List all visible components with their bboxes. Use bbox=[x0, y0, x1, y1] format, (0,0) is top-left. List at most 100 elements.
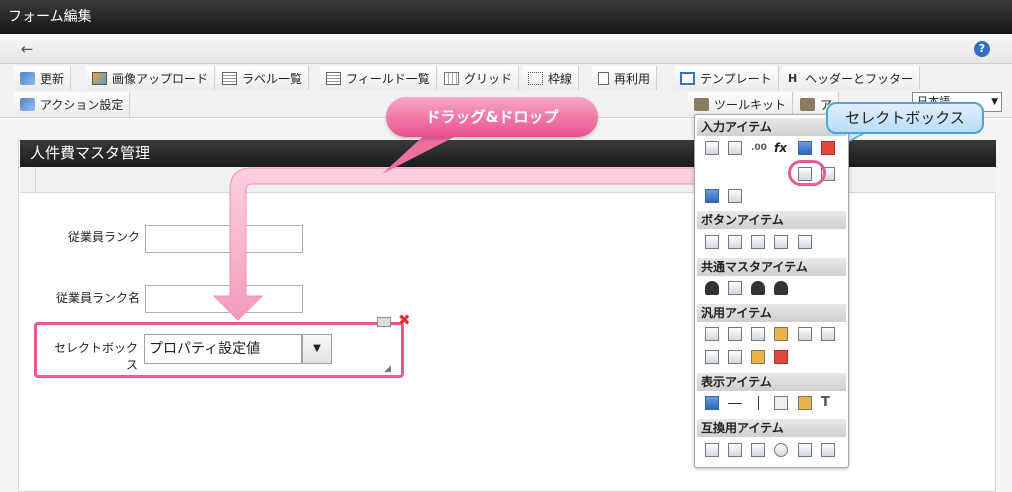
horizontal-line-icon[interactable] bbox=[728, 396, 742, 410]
radio-icon[interactable] bbox=[774, 443, 788, 457]
group-input-items: 入力アイテム bbox=[697, 118, 846, 136]
employee-rank-name-input[interactable] bbox=[145, 285, 303, 313]
window-title: フォーム編集 bbox=[0, 0, 1012, 34]
toolkit-label: ツールキット bbox=[714, 97, 787, 112]
field-list-button[interactable]: フィールド一覧 bbox=[320, 66, 437, 90]
action-settings-label: アクション設定 bbox=[40, 97, 124, 112]
number-icon[interactable]: .00 bbox=[751, 141, 767, 155]
reuse-label: 再利用 bbox=[614, 71, 651, 86]
nav-bar: ← ? bbox=[0, 34, 1012, 64]
user-icon[interactable] bbox=[705, 281, 719, 295]
vertical-line-icon[interactable] bbox=[751, 396, 765, 410]
formula-icon[interactable]: fx bbox=[774, 141, 788, 155]
document-icon[interactable] bbox=[728, 327, 742, 341]
arrow-left-icon[interactable]: ← bbox=[18, 40, 36, 58]
schedule-icon[interactable] bbox=[774, 350, 788, 364]
tree-icon[interactable] bbox=[751, 350, 765, 364]
toolkit-panel: 入力アイテム .00 fx ボタンアイテム 共通マスタアイテム 汎用アイテム 表… bbox=[694, 114, 849, 468]
select-box-tooltip: セレクトボックス bbox=[826, 102, 984, 134]
select-box-icon-highlight bbox=[788, 160, 826, 186]
button-next-icon[interactable] bbox=[728, 235, 742, 249]
button-submit-icon[interactable] bbox=[705, 235, 719, 249]
frame-icon bbox=[528, 71, 543, 85]
toolbox-icon bbox=[800, 97, 815, 111]
calendar-icon[interactable] bbox=[798, 141, 812, 155]
list-icon bbox=[326, 71, 341, 85]
select-box[interactable]: プロパティ設定値 ▼ bbox=[144, 334, 332, 364]
camera-icon[interactable] bbox=[751, 327, 765, 341]
key-icon[interactable] bbox=[774, 327, 788, 341]
template-button[interactable]: テンプレート bbox=[674, 66, 779, 90]
template-icon bbox=[680, 71, 695, 85]
group-general-items: 汎用アイテム bbox=[697, 304, 846, 322]
select-box-value: プロパティ設定値 bbox=[144, 334, 302, 364]
card-icon[interactable] bbox=[728, 350, 742, 364]
upload-icon[interactable] bbox=[705, 189, 719, 203]
image-upload-button[interactable]: 画像アップロード bbox=[86, 66, 216, 90]
button-back-icon[interactable] bbox=[751, 235, 765, 249]
form-title: 人件費マスタ管理 bbox=[20, 140, 996, 167]
grid-icon bbox=[444, 71, 459, 85]
frame-label: 枠線 bbox=[548, 71, 573, 86]
header-bar-icon[interactable] bbox=[705, 396, 719, 410]
list-icon bbox=[222, 71, 237, 85]
refresh-icon bbox=[20, 71, 35, 85]
field-list-label: フィールド一覧 bbox=[346, 71, 430, 86]
field-label-select-box: セレクトボックス bbox=[53, 341, 138, 372]
label-list-button[interactable]: ラベル一覧 bbox=[216, 66, 310, 90]
text-icon[interactable]: T bbox=[821, 396, 835, 410]
reuse-button[interactable]: 再利用 bbox=[592, 66, 658, 90]
field-label-employee-rank-name: 従業員ランク名 bbox=[55, 291, 140, 305]
label-list-label: ラベル一覧 bbox=[242, 71, 303, 86]
help-icon[interactable]: ? bbox=[974, 41, 990, 57]
resize-handle-icon[interactable]: ◢ bbox=[384, 364, 391, 374]
table-icon[interactable] bbox=[728, 443, 742, 457]
item-settings-icon[interactable] bbox=[377, 317, 391, 327]
action-settings-button[interactable]: アクション設定 bbox=[14, 92, 131, 116]
button-link-icon[interactable] bbox=[798, 235, 812, 249]
textbox-icon[interactable] bbox=[705, 141, 719, 155]
box-icon[interactable] bbox=[774, 396, 788, 410]
user-search-icon[interactable] bbox=[751, 281, 765, 295]
refresh-label: 更新 bbox=[40, 71, 65, 86]
button-return-icon[interactable] bbox=[774, 235, 788, 249]
group-display-items: 表示アイテム bbox=[697, 373, 846, 391]
frame-button[interactable]: 枠線 bbox=[522, 66, 580, 90]
chevron-down-icon[interactable]: ▼ bbox=[302, 334, 332, 364]
grid-label: グリッド bbox=[464, 71, 513, 86]
label-field-icon[interactable] bbox=[705, 327, 719, 341]
group-common-master-items: 共通マスタアイテム bbox=[697, 258, 846, 276]
close-icon[interactable]: ✖ bbox=[398, 313, 411, 328]
document-icon bbox=[598, 71, 609, 85]
group-compat-items: 互換用アイテム bbox=[697, 419, 846, 437]
header-footer-button[interactable]: H ヘッダーとフッター bbox=[782, 66, 921, 90]
list-box-legacy-icon[interactable] bbox=[821, 443, 835, 457]
action-icon bbox=[20, 97, 35, 111]
toolbox-icon bbox=[694, 97, 709, 111]
header-footer-label: ヘッダーとフッター bbox=[805, 71, 914, 86]
table-icon[interactable] bbox=[728, 189, 742, 203]
field-label-employee-rank: 従業員ランク bbox=[67, 230, 140, 244]
role-icon[interactable] bbox=[774, 281, 788, 295]
organization-icon[interactable] bbox=[728, 281, 742, 295]
header-icon: H bbox=[788, 71, 798, 85]
grid-button[interactable]: グリッド bbox=[438, 66, 520, 90]
chevron-down-icon: ▼ bbox=[991, 97, 998, 107]
refresh-button[interactable]: 更新 bbox=[14, 66, 72, 90]
image-icon[interactable] bbox=[798, 396, 812, 410]
image-upload-icon bbox=[92, 71, 107, 85]
select-box-legacy-icon[interactable] bbox=[798, 443, 812, 457]
image-upload-label: 画像アップロード bbox=[112, 71, 209, 86]
textarea-icon[interactable] bbox=[728, 141, 742, 155]
drag-drop-label: ドラッグ&ドロップ bbox=[386, 97, 598, 137]
file-upload-icon[interactable] bbox=[798, 327, 812, 341]
panel-icon[interactable] bbox=[705, 350, 719, 364]
comment-icon[interactable] bbox=[705, 443, 719, 457]
template-label: テンプレート bbox=[700, 71, 772, 86]
checkbox-icon[interactable] bbox=[751, 443, 765, 457]
employee-rank-input[interactable] bbox=[145, 225, 303, 253]
toolkit-button[interactable]: ツールキット bbox=[688, 92, 794, 116]
form-header-strip bbox=[20, 167, 996, 193]
file-download-icon[interactable] bbox=[821, 327, 835, 341]
calendar-range-icon[interactable] bbox=[821, 141, 835, 155]
